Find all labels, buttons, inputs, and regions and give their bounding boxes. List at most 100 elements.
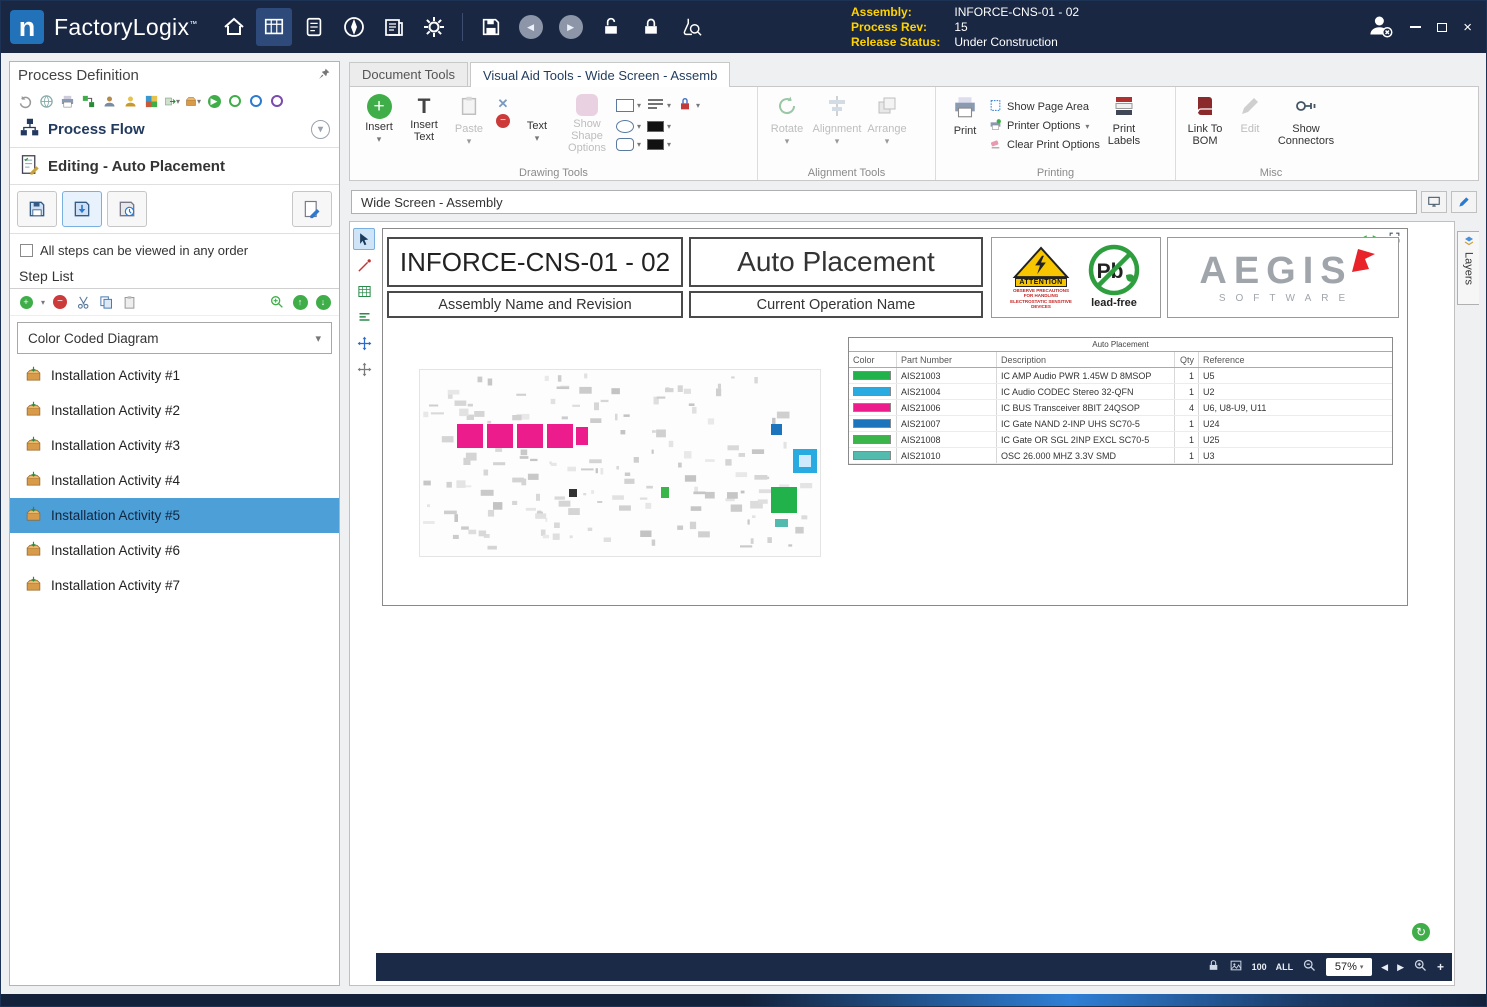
display-mode-button[interactable] — [1421, 191, 1447, 213]
zoom-in-icon[interactable] — [1413, 958, 1428, 976]
minimize-button[interactable] — [1410, 26, 1421, 28]
show-shape-options-button[interactable]: Show Shape Options — [561, 91, 613, 154]
process-flow-row[interactable]: Process Flow ▾ — [10, 113, 339, 145]
link-icon[interactable] — [1207, 959, 1220, 975]
move-up-icon[interactable]: ↑ — [292, 294, 308, 310]
copy-icon[interactable] — [98, 294, 114, 310]
layers-tab[interactable]: Layers — [1457, 231, 1479, 305]
arrange-button[interactable]: Arrange▾ — [866, 91, 908, 147]
documents-button[interactable] — [296, 8, 332, 46]
rectangle-shape-icon[interactable] — [616, 99, 634, 112]
web-icon[interactable] — [38, 93, 54, 109]
visual-aid-page[interactable]: ◀ ▶ INFORCE-CNS-01 - 02 Assembly Name an… — [382, 228, 1408, 606]
assembly-caption-box[interactable]: Assembly Name and Revision — [387, 291, 683, 318]
rotate-button[interactable]: Rotate▾ — [766, 91, 808, 147]
step-item[interactable]: Installation Activity #1 — [10, 358, 339, 393]
link-to-bom-button[interactable]: Link To BOM — [1184, 91, 1226, 147]
palette-icon[interactable] — [143, 93, 159, 109]
insert-text-button[interactable]: TInsert Text — [403, 91, 445, 143]
export-icon[interactable]: ▾ — [164, 93, 180, 109]
print-icon[interactable] — [59, 93, 75, 109]
page-prev-icon[interactable]: ◀ — [1381, 962, 1388, 973]
home-button[interactable] — [216, 8, 252, 46]
navigation-button[interactable] — [336, 8, 372, 46]
paste-button[interactable]: Paste▾ — [448, 91, 490, 147]
assistant-icon[interactable] — [122, 93, 138, 109]
save-open-button[interactable] — [62, 191, 102, 227]
maximize-button[interactable] — [1437, 23, 1447, 32]
cut-icon[interactable] — [75, 294, 91, 310]
step-item[interactable]: Installation Activity #4 — [10, 463, 339, 498]
back-button[interactable]: ◀ — [513, 8, 549, 46]
line-style-icon[interactable] — [647, 98, 664, 113]
show-page-area-button[interactable]: Show Page Area — [989, 99, 1100, 115]
move-tool-icon[interactable] — [353, 332, 375, 354]
alignment-button[interactable]: Alignment▾ — [811, 91, 863, 147]
lock-button[interactable] — [633, 8, 669, 46]
remove-step-icon[interactable]: − — [52, 294, 68, 310]
zoom-out-icon[interactable] — [1302, 958, 1317, 976]
grid-tool-icon[interactable] — [353, 280, 375, 302]
record-ring-icon[interactable] — [269, 93, 285, 109]
align-tool-icon[interactable] — [353, 306, 375, 328]
undo-icon[interactable] — [17, 93, 33, 109]
package-icon[interactable]: ▾ — [185, 93, 201, 109]
laser-pointer-icon[interactable] — [353, 254, 375, 276]
active-ring-icon[interactable] — [227, 93, 243, 109]
print-labels-button[interactable]: Print Labels — [1103, 91, 1145, 147]
show-connectors-button[interactable]: Show Connectors — [1274, 91, 1338, 147]
order-checkbox[interactable] — [20, 244, 33, 257]
zoom-level-input[interactable]: 57%▾ — [1326, 958, 1372, 976]
move-down-icon[interactable]: ↓ — [315, 294, 331, 310]
audit-search-button[interactable] — [673, 8, 709, 46]
status-ring-icon[interactable] — [248, 93, 264, 109]
color-lock-icon[interactable] — [677, 96, 693, 115]
operator-icon[interactable] — [101, 93, 117, 109]
reports-button[interactable] — [376, 8, 412, 46]
design-canvas[interactable]: ◀ ▶ INFORCE-CNS-01 - 02 Assembly Name an… — [349, 221, 1455, 986]
ellipse-shape-icon[interactable] — [616, 120, 634, 133]
close-button[interactable]: × — [1463, 20, 1472, 35]
zoom-100-button[interactable]: 100 — [1252, 962, 1267, 972]
step-item[interactable]: Installation Activity #2 — [10, 393, 339, 428]
diagram-type-dropdown[interactable]: Color Coded Diagram ▾ — [17, 322, 332, 354]
start-icon[interactable]: ▶ — [206, 93, 222, 109]
refresh-icon[interactable]: ↻ — [1412, 923, 1430, 941]
text-dropdown-button[interactable]: Text▾ — [516, 91, 558, 144]
pin-icon[interactable] — [318, 67, 331, 84]
operation-caption-box[interactable]: Current Operation Name — [689, 291, 983, 318]
edit-document-button[interactable] — [1451, 191, 1477, 213]
block-icon[interactable]: − — [496, 114, 510, 128]
tab-visual-aid-tools[interactable]: Visual Aid Tools - Wide Screen - Assemb — [470, 62, 730, 87]
zoom-step-icon[interactable] — [269, 294, 285, 310]
process-definition-button[interactable] — [256, 8, 292, 46]
zoom-fit-icon[interactable]: + — [1437, 960, 1444, 974]
step-item-selected[interactable]: Installation Activity #5 — [10, 498, 339, 533]
edit-notes-button[interactable] — [292, 191, 332, 227]
zoom-all-button[interactable]: ALL — [1276, 962, 1294, 972]
page-next-icon[interactable]: ▶ — [1397, 962, 1404, 973]
settings-gear-button[interactable] — [416, 8, 452, 46]
document-title-input[interactable]: Wide Screen - Assembly — [351, 190, 1417, 214]
add-step-icon[interactable]: + — [18, 294, 34, 310]
image-icon[interactable] — [1229, 959, 1243, 975]
certification-box[interactable]: ATTENTION OBSERVE PRECAUTIONS FOR HANDLI… — [991, 237, 1161, 318]
step-item[interactable]: Installation Activity #3 — [10, 428, 339, 463]
select-tool-icon[interactable] — [353, 228, 375, 250]
tab-document-tools[interactable]: Document Tools — [349, 62, 468, 86]
operation-name-box[interactable]: Auto Placement — [689, 237, 983, 287]
fill-color-swatch[interactable] — [647, 121, 664, 132]
printer-options-button[interactable]: Printer Options▾ — [989, 118, 1100, 134]
save-schedule-button[interactable] — [107, 191, 147, 227]
forward-button[interactable]: ▶ — [553, 8, 589, 46]
insert-button[interactable]: +Insert▾ — [358, 91, 400, 145]
assembly-name-box[interactable]: INFORCE-CNS-01 - 02 — [387, 237, 683, 287]
step-item[interactable]: Installation Activity #7 — [10, 568, 339, 603]
user-icon[interactable] — [1367, 12, 1394, 42]
line-color-swatch[interactable] — [647, 139, 664, 150]
unlock-button[interactable] — [593, 8, 629, 46]
step-item[interactable]: Installation Activity #6 — [10, 533, 339, 568]
edit-button[interactable]: Edit — [1229, 91, 1271, 135]
rounded-shape-icon[interactable] — [616, 138, 634, 151]
clear-print-options-button[interactable]: Clear Print Options — [989, 137, 1100, 153]
